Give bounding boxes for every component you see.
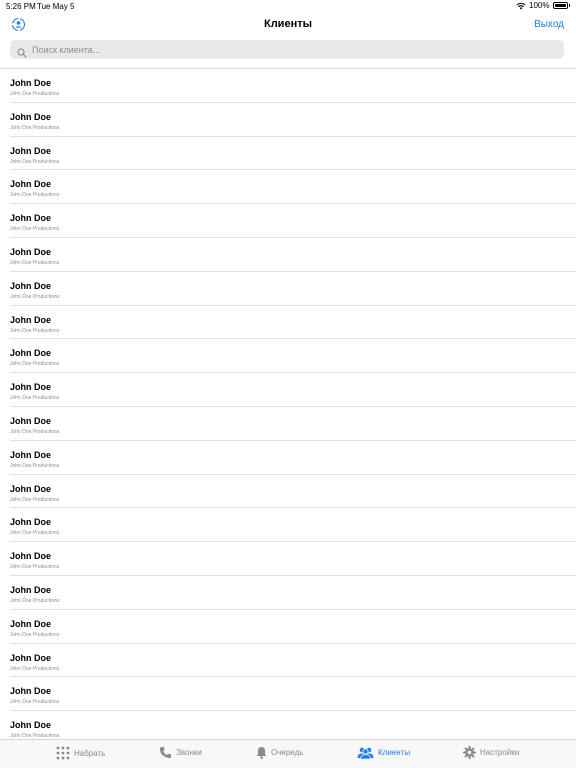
client-name: John Doe	[10, 618, 52, 629]
client-row[interactable]: John Doe John Doe Productions	[0, 475, 576, 509]
client-company: John Doe Productions	[10, 462, 60, 469]
client-row[interactable]: John Doe John Doe Productions	[0, 610, 576, 644]
client-row[interactable]: John Doe John Doe Productions	[0, 644, 576, 678]
client-name: John Doe	[10, 314, 52, 325]
client-row[interactable]: John Doe John Doe Productions	[0, 677, 576, 711]
tab-label: Настройки	[480, 748, 520, 757]
tab-dial[interactable]: Набрать	[56, 746, 105, 760]
logout-button[interactable]: Выход	[534, 19, 564, 30]
client-company: John Doe Productions	[10, 530, 60, 537]
client-name: John Doe	[10, 551, 52, 562]
client-row[interactable]: John Doe John Doe Productions	[0, 272, 576, 306]
client-name: John Doe	[10, 111, 52, 122]
client-company: John Doe Productions	[10, 226, 60, 233]
client-name: John Doe	[10, 145, 52, 156]
client-name: John Doe	[10, 348, 52, 359]
phone-icon	[159, 746, 172, 759]
client-name: John Doe	[10, 720, 52, 731]
client-row[interactable]: John Doe John Doe Productions	[0, 711, 576, 739]
keypad-icon	[56, 746, 70, 760]
client-row[interactable]: John Doe John Doe Productions	[0, 170, 576, 204]
search-input[interactable]	[32, 44, 532, 55]
status-right: 100%	[516, 1, 570, 10]
client-company: John Doe Productions	[10, 158, 60, 165]
client-name: John Doe	[10, 179, 52, 190]
battery-icon	[552, 2, 568, 9]
client-company: John Doe Productions	[10, 259, 60, 266]
people-icon	[357, 746, 374, 759]
tab-bar: Набрать Звонки Очередь Клиенты Настройки	[0, 739, 576, 768]
client-company: John Doe Productions	[10, 361, 60, 368]
client-company: John Doe Productions	[10, 597, 60, 604]
client-name: John Doe	[10, 213, 52, 224]
tab-label: Очередь	[271, 748, 304, 757]
search-icon	[17, 45, 27, 58]
battery-cap	[568, 4, 570, 7]
status-date: Tue May 5	[37, 2, 75, 11]
app-screen: 5:26 PM Tue May 5 100% Клиенты Выход Пои…	[0, 0, 576, 768]
client-company: John Doe Productions	[10, 428, 60, 435]
tab-label: Клиенты	[378, 748, 411, 757]
client-row[interactable]: John Doe John Doe Productions	[0, 306, 576, 340]
client-company: John Doe Productions	[10, 192, 60, 199]
client-name: John Doe	[10, 449, 52, 460]
client-row[interactable]: John Doe John Doe Productions	[0, 339, 576, 373]
client-row[interactable]: John Doe John Doe Productions	[0, 542, 576, 576]
client-row[interactable]: John Doe John Doe Productions	[0, 373, 576, 407]
client-row[interactable]: John Doe John Doe Productions	[0, 238, 576, 272]
client-company: John Doe Productions	[10, 327, 60, 334]
tab-queue[interactable]: Очередь	[256, 746, 303, 759]
status-time: 5:26 PM	[6, 2, 36, 11]
client-row[interactable]: John Doe John Doe Productions	[0, 69, 576, 103]
client-name: John Doe	[10, 517, 52, 528]
tab-settings[interactable]: Настройки	[463, 746, 519, 759]
client-row[interactable]: John Doe John Doe Productions	[0, 407, 576, 441]
client-row[interactable]: John Doe John Doe Productions	[0, 441, 576, 475]
client-row[interactable]: John Doe John Doe Productions	[0, 508, 576, 542]
tab-label: Звонки	[176, 748, 202, 757]
client-row[interactable]: John Doe John Doe Productions	[0, 576, 576, 610]
client-company: John Doe Productions	[10, 91, 60, 97]
tab-clients[interactable]: Клиенты	[357, 746, 410, 759]
wifi-icon	[516, 2, 526, 10]
client-company: John Doe Productions	[10, 699, 60, 706]
client-name: John Doe	[10, 246, 52, 257]
battery-percent: 100%	[529, 1, 550, 10]
tab-label: Набрать	[74, 748, 106, 758]
client-row[interactable]: John Doe John Doe Productions	[0, 137, 576, 171]
client-company: John Doe Productions	[10, 665, 60, 672]
client-name: John Doe	[10, 686, 52, 697]
client-name: John Doe	[10, 382, 52, 393]
gear-icon	[463, 746, 476, 759]
search-bar[interactable]	[10, 40, 564, 59]
client-name: John Doe	[10, 280, 52, 291]
client-company: John Doe Productions	[10, 293, 60, 300]
client-list[interactable]: John Doe John Doe Productions John Doe John…	[0, 69, 576, 739]
client-company: John Doe Productions	[10, 496, 60, 503]
client-name: John Doe	[10, 584, 52, 595]
client-name: John Doe	[10, 483, 52, 494]
tab-calls[interactable]: Звонки	[159, 746, 202, 759]
client-company: John Doe Productions	[10, 124, 60, 131]
client-row[interactable]: John Doe John Doe Productions	[0, 204, 576, 238]
page-title: Клиенты	[263, 18, 312, 30]
client-name: John Doe	[10, 652, 52, 663]
nav-bar: Клиенты Выход	[0, 14, 576, 38]
client-company: John Doe Productions	[10, 631, 60, 638]
bell-icon	[256, 746, 267, 759]
client-name: John Doe	[10, 415, 52, 426]
client-company: John Doe Productions	[10, 395, 60, 402]
client-company: John Doe Productions	[10, 564, 60, 571]
client-name: John Doe	[10, 78, 52, 88]
client-row[interactable]: John Doe John Doe Productions	[0, 103, 576, 137]
status-bar: 5:26 PM Tue May 5 100%	[0, 0, 576, 14]
